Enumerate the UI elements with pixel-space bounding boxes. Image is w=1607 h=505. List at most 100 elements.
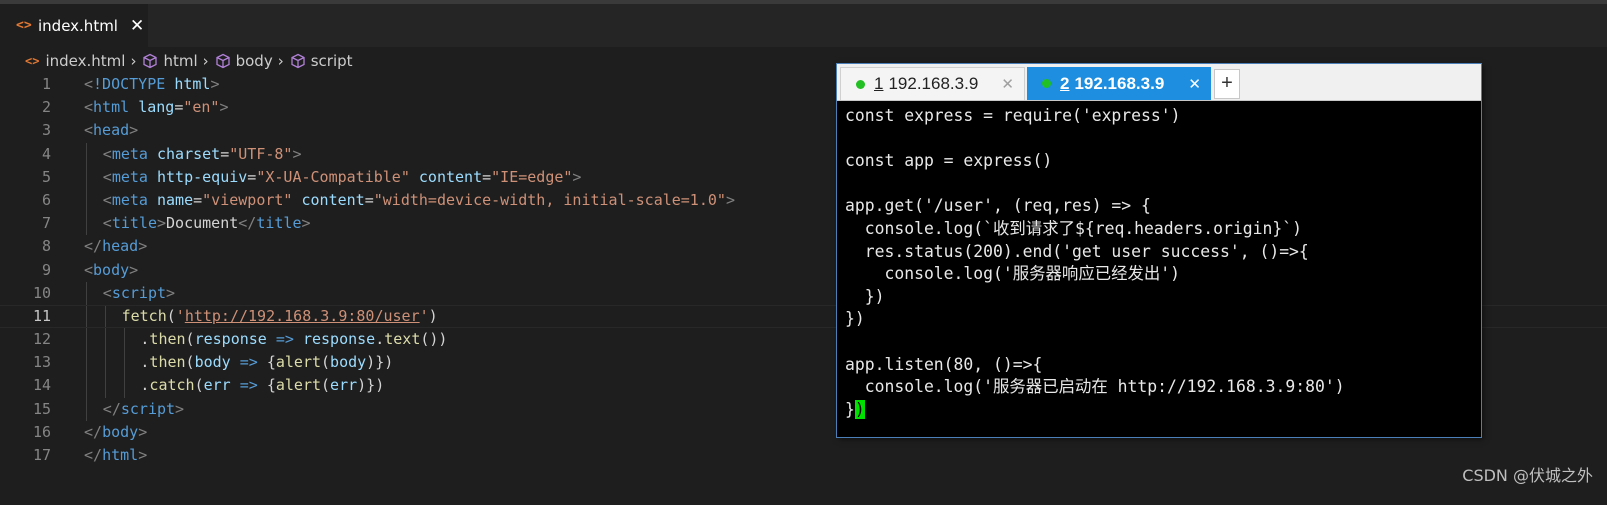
line-number: 16 xyxy=(32,422,51,441)
terminal-tab-bar: 1 192.168.3.9 ✕ 2 192.168.3.9 ✕ + xyxy=(837,64,1481,101)
code-text: <meta http-equiv="X-UA-Compatible" conte… xyxy=(102,167,582,186)
breadcrumb-item-file[interactable]: <> index.html xyxy=(25,52,125,70)
breadcrumb-item-script[interactable]: script xyxy=(290,52,353,70)
code-text: </script> xyxy=(102,399,185,418)
indent-guide xyxy=(123,328,125,352)
code-text: </body> xyxy=(84,422,148,441)
indent-guide xyxy=(104,351,106,375)
breadcrumb-label: index.html xyxy=(45,52,126,70)
indent-guide xyxy=(86,165,87,189)
line-number: 17 xyxy=(32,446,51,464)
close-icon[interactable]: ✕ xyxy=(1188,75,1201,93)
terminal-line: console.log('服务器响应已经发出') xyxy=(845,264,1181,284)
terminal-line: app.get('/user', (req,res) => { xyxy=(845,196,1151,216)
cube-icon xyxy=(215,53,230,69)
chevron-right-icon: › xyxy=(130,52,137,70)
line-number: 6 xyxy=(41,190,51,209)
line-number: 8 xyxy=(41,237,51,256)
watermark: CSDN @伏城之外 xyxy=(1462,466,1593,485)
indent-guide xyxy=(104,374,106,398)
line-number: 11 xyxy=(32,306,51,325)
terminal-line: const app = express() xyxy=(845,151,1053,171)
code-text: <!DOCTYPE html> xyxy=(84,75,220,93)
line-number: 14 xyxy=(32,376,51,395)
terminal-line: app.listen(80, ()=>{ xyxy=(845,354,1043,374)
terminal-tab-1[interactable]: 1 192.168.3.9 ✕ xyxy=(840,67,1025,100)
code-text: </head> xyxy=(84,237,148,256)
line-number: 3 xyxy=(41,121,51,140)
indent-guide xyxy=(86,281,87,305)
terminal-line: console.log('服务器已启动在 http://192.168.3.9:… xyxy=(845,377,1345,397)
line-number: 1 xyxy=(41,75,51,93)
html-file-icon: <> xyxy=(25,54,40,68)
code-text: .catch(err => {alert(err)}) xyxy=(140,376,385,395)
indent-guide xyxy=(123,374,125,398)
indent-guide xyxy=(104,305,106,328)
indent-guide xyxy=(86,374,87,398)
indent-guide xyxy=(86,305,87,328)
code-text: <head> xyxy=(84,121,139,140)
code-line[interactable]: 17 </html> xyxy=(0,444,1607,467)
code-text: .then(response => response.text()) xyxy=(140,330,448,349)
indent-guide xyxy=(86,328,87,352)
indent-guide xyxy=(86,188,87,213)
tab-label: index.html xyxy=(38,16,118,35)
tab-bar-top-border xyxy=(0,0,1607,4)
code-text: <meta charset="UTF-8"> xyxy=(102,144,302,163)
terminal-line: }) xyxy=(845,286,885,306)
code-text: <title>Document</title> xyxy=(102,214,311,233)
cube-icon xyxy=(143,53,158,69)
add-tab-button[interactable]: + xyxy=(1214,69,1240,99)
breadcrumb-label: body xyxy=(235,52,273,70)
html-file-icon: <> xyxy=(16,18,32,33)
code-text: <body> xyxy=(84,260,139,279)
chevron-right-icon: › xyxy=(277,52,284,70)
line-number: 15 xyxy=(32,399,51,418)
code-text: </html> xyxy=(84,446,148,464)
terminal-tab-label: 1 192.168.3.9 xyxy=(874,74,979,93)
line-number: 13 xyxy=(32,353,51,372)
terminal-line: }) xyxy=(845,309,865,329)
terminal-line: console.log(`收到请求了${req.headers.origin}`… xyxy=(845,218,1302,238)
terminal-tab-2[interactable]: 2 192.168.3.9 ✕ xyxy=(1027,67,1211,100)
code-text: <html lang="en"> xyxy=(84,98,229,117)
code-text: <script> xyxy=(102,283,176,302)
tab-index-html[interactable]: <> index.html ✕ xyxy=(0,4,148,47)
indent-guide xyxy=(86,142,87,166)
breadcrumb-label: script xyxy=(310,52,353,70)
terminal-line: const express = require('express') xyxy=(845,106,1181,125)
terminal-window: 1 192.168.3.9 ✕ 2 192.168.3.9 ✕ + const ex… xyxy=(837,64,1481,437)
indent-guide xyxy=(86,397,87,421)
breadcrumb-label: html xyxy=(163,52,198,70)
text-cursor: ) xyxy=(854,399,865,419)
code-text: <meta name="viewport" content="width=dev… xyxy=(102,190,735,209)
indent-guide xyxy=(86,212,87,236)
indent-guide xyxy=(123,351,125,375)
breadcrumb-item-body[interactable]: body xyxy=(215,52,273,70)
indent-guide xyxy=(104,328,106,352)
terminal-tab-label: 2 192.168.3.9 xyxy=(1060,73,1165,93)
line-number: 10 xyxy=(32,283,51,302)
line-number: 4 xyxy=(41,144,51,163)
code-text: .then(body => {alert(body)}) xyxy=(140,353,394,372)
connected-status-icon xyxy=(856,79,865,89)
code-text: fetch('http://192.168.3.9:80/user') xyxy=(121,306,438,325)
indent-guide xyxy=(86,351,87,375)
terminal-line: res.status(200).end('get user success', … xyxy=(845,241,1309,261)
breadcrumb-item-html[interactable]: html xyxy=(142,52,198,70)
line-number: 5 xyxy=(41,167,51,186)
line-number: 2 xyxy=(41,98,51,117)
close-icon[interactable]: ✕ xyxy=(130,16,144,36)
line-number: 7 xyxy=(41,214,51,233)
close-icon[interactable]: ✕ xyxy=(1001,75,1014,93)
editor-tab-bar: <> index.html ✕ xyxy=(0,0,1607,47)
terminal-output[interactable]: const express = require('express') const… xyxy=(845,105,1475,421)
chevron-right-icon: › xyxy=(202,52,209,70)
terminal-line: }) xyxy=(845,399,865,419)
connected-status-icon xyxy=(1042,79,1051,88)
cube-icon xyxy=(291,53,305,69)
line-number: 9 xyxy=(41,260,51,279)
